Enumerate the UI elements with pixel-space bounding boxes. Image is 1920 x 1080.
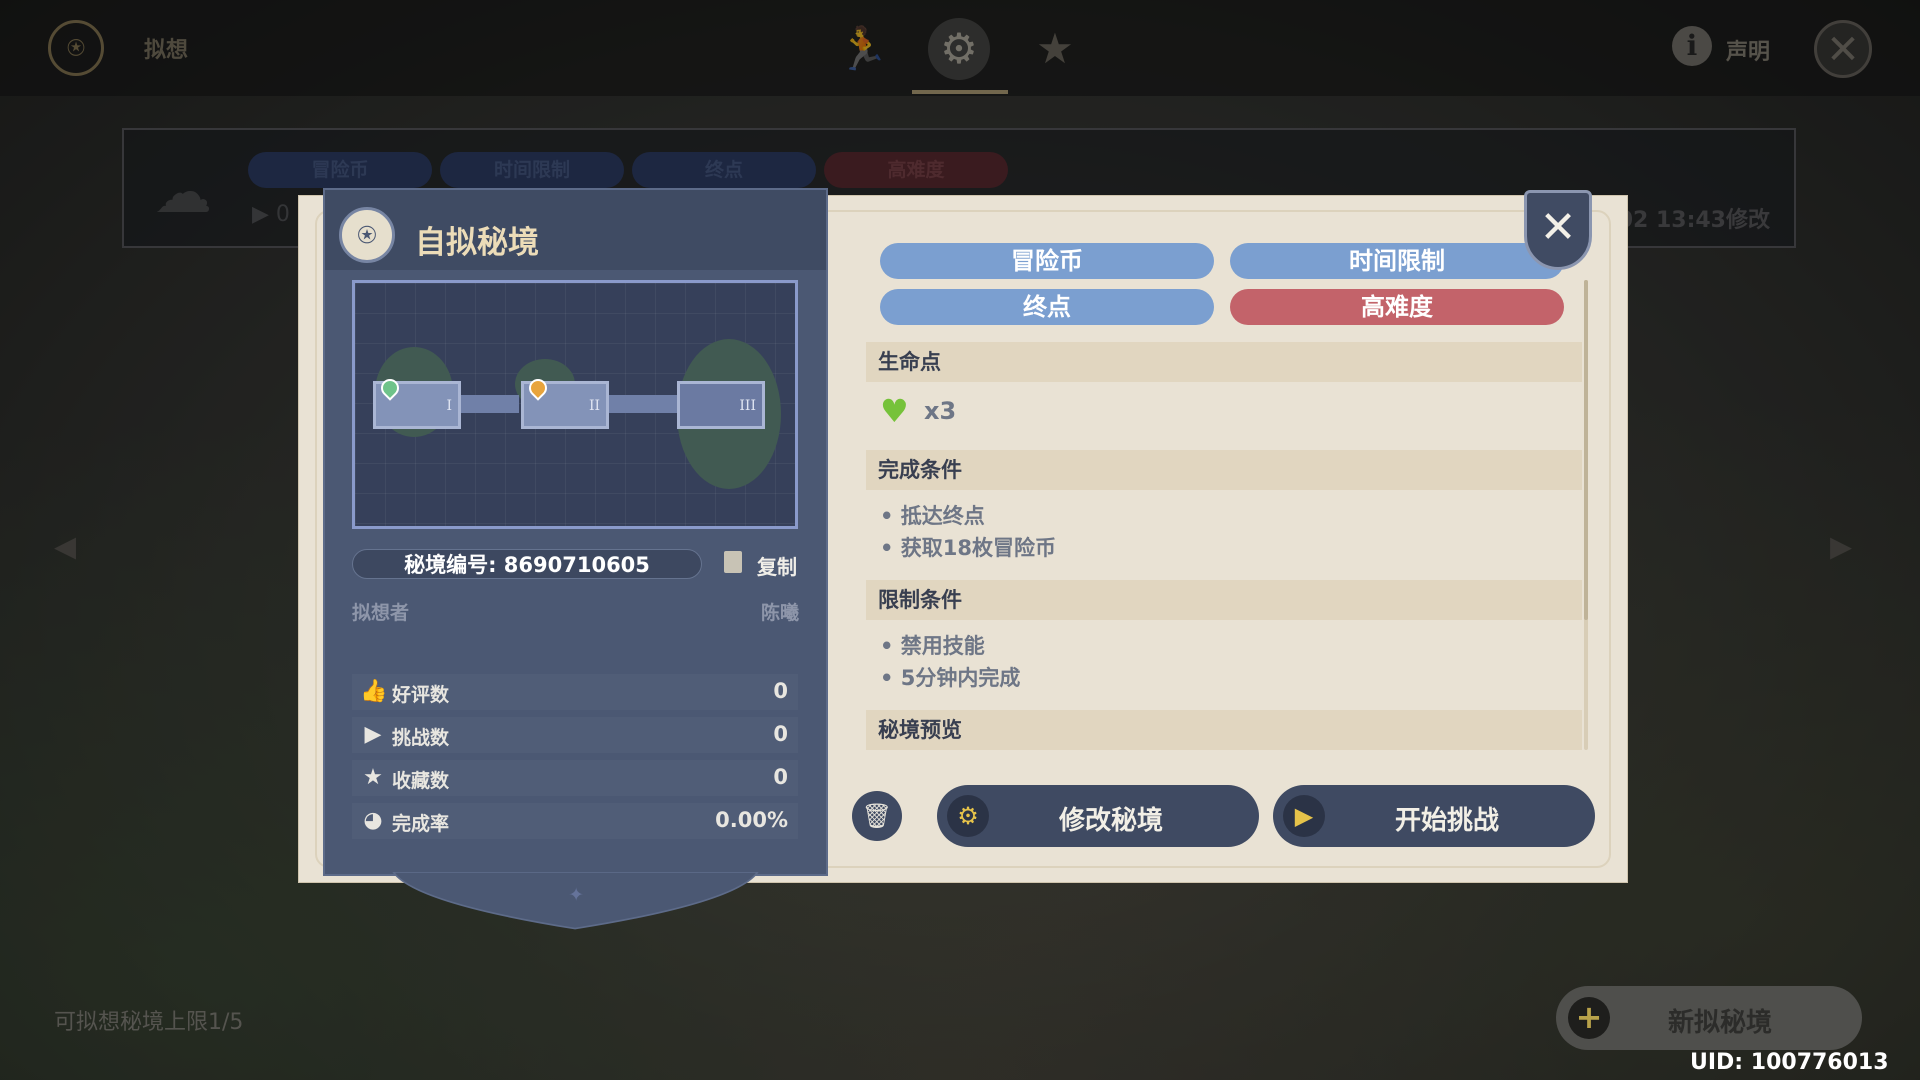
sparkle-icon: ✦ [568, 885, 584, 906]
section-complete-conditions: 完成条件 [866, 450, 1582, 490]
section-hp: 生命点 [866, 342, 1582, 382]
pie-icon: ◕ [363, 808, 383, 833]
stat-label: 好评数 [392, 684, 450, 706]
stat-favorites: ★ 收藏数 0 [352, 760, 798, 796]
map-corridor [607, 395, 687, 413]
new-domain-label: 新拟秘境 [1668, 1008, 1773, 1038]
thumbs-up-icon: 👍 [360, 679, 388, 704]
play-icon: ▶ [1283, 795, 1325, 837]
play-icon: ▶ [364, 722, 382, 747]
domain-limit-text: 可拟想秘境上限1/5 [54, 1010, 244, 1035]
map-room-3: III [677, 381, 765, 429]
scrollbar-thumb[interactable] [1584, 280, 1588, 620]
start-challenge-label: 开始挑战 [1395, 806, 1500, 836]
gear-icon: ⚙ [947, 795, 989, 837]
stat-challenges: ▶ 挑战数 0 [352, 717, 798, 753]
copy-icon[interactable] [724, 551, 742, 573]
stat-value: 0.00% [715, 808, 788, 832]
section-limit-conditions: 限制条件 [866, 580, 1582, 620]
domain-code: 秘境编号: 8690710605 [352, 549, 702, 579]
author-label: 拟想者 [352, 602, 410, 624]
domain-info-panel: ⍟ 自拟秘境 I II III 秘境编号: 8690710605 复制 拟想者 … [323, 188, 828, 876]
domain-emblem-icon: ⍟ [339, 207, 395, 263]
start-challenge-button[interactable]: ▶ 开始挑战 [1273, 785, 1595, 847]
new-domain-button[interactable]: + 新拟秘境 [1556, 986, 1862, 1050]
star-icon: ★ [363, 765, 383, 790]
stat-label: 挑战数 [392, 727, 450, 749]
stat-value: 0 [773, 722, 788, 746]
stat-likes: 👍 好评数 0 [352, 674, 798, 710]
limit-item: • 5分钟内完成 [880, 666, 1021, 690]
hp-value: x3 [924, 397, 957, 425]
complete-item-text: 获取18枚冒险币 [900, 536, 1056, 560]
tag-high-difficulty: 高难度 [1230, 289, 1564, 325]
panel-bottom-ornament: ✦ [392, 872, 759, 930]
complete-item: • 获取18枚冒险币 [880, 536, 1056, 560]
plus-icon: + [1568, 997, 1610, 1039]
tag-adventure-coins: 冒险币 [880, 243, 1214, 279]
panel-title: 自拟秘境 [415, 225, 539, 261]
dialog-close-icon[interactable]: ✕ [1524, 190, 1592, 270]
complete-item-text: 抵达终点 [900, 504, 985, 528]
tag-goal: 终点 [880, 289, 1214, 325]
panel-header: ⍟ 自拟秘境 [325, 190, 826, 270]
limit-item-text: 禁用技能 [900, 634, 985, 658]
delete-trash-icon[interactable]: 🗑 [852, 791, 902, 841]
domain-map-preview: I II III [352, 280, 798, 529]
heart-icon: ♥ [880, 392, 909, 430]
uid-label: UID: 100776013 [1690, 1050, 1889, 1075]
edit-domain-label: 修改秘境 [1059, 806, 1164, 836]
complete-item: • 抵达终点 [880, 504, 985, 528]
limit-item: • 禁用技能 [880, 634, 985, 658]
map-corridor [459, 395, 519, 413]
stat-label: 收藏数 [392, 770, 450, 792]
edit-domain-button[interactable]: ⚙ 修改秘境 [937, 785, 1259, 847]
stat-label: 完成率 [392, 813, 450, 835]
stat-value: 0 [773, 679, 788, 703]
stat-completion: ◕ 完成率 0.00% [352, 803, 798, 839]
limit-item-text: 5分钟内完成 [900, 666, 1021, 690]
author-name: 陈曦 [760, 602, 799, 624]
stat-value: 0 [773, 765, 788, 789]
section-domain-preview: 秘境预览 [866, 710, 1582, 750]
copy-button[interactable]: 复制 [757, 551, 797, 580]
tag-time-limit: 时间限制 [1230, 243, 1564, 279]
